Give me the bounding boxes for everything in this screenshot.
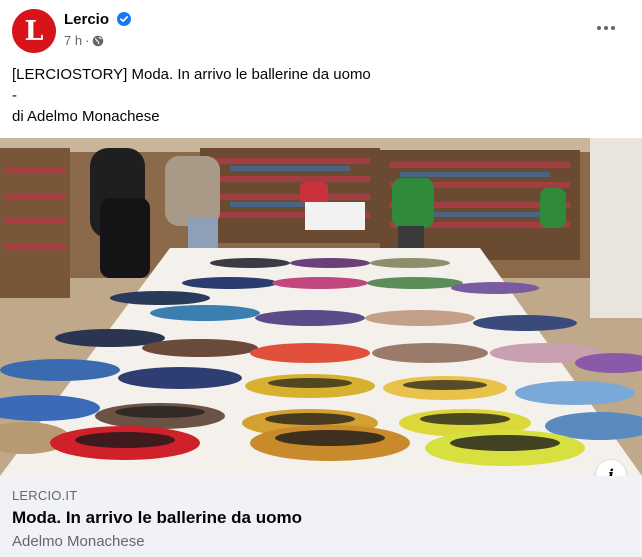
link-domain: LERCIO.IT	[12, 488, 78, 503]
page-name-link[interactable]: Lercio	[64, 11, 109, 28]
link-title: Moda. In arrivo le ballerine da uomo	[12, 508, 303, 527]
facebook-post: L Lercio 7 h · [LERCIOSTORY] Moda. In ar…	[0, 0, 642, 557]
caption-line: di Adelmo Monachese	[12, 108, 160, 125]
meta-separator: ·	[85, 33, 90, 48]
post-timestamp[interactable]: 7 h	[64, 33, 82, 48]
caption-line: [LERCIOSTORY] Moda. In arrivo le balleri…	[12, 66, 371, 83]
more-options-button[interactable]	[592, 18, 620, 38]
post-image[interactable]	[0, 138, 642, 476]
svg-text:L: L	[25, 16, 44, 47]
post-caption: [LERCIOSTORY] Moda. In arrivo le balleri…	[12, 64, 622, 127]
link-preview[interactable]: LERCIO.IT Moda. In arrivo le ballerine d…	[0, 476, 642, 557]
lercio-logo-icon: L	[12, 9, 56, 53]
caption-line: -	[12, 87, 17, 104]
shoe-store-photo	[0, 138, 642, 476]
page-avatar[interactable]: L	[12, 9, 56, 53]
more-dot	[611, 26, 615, 30]
link-description: Adelmo Monachese	[12, 533, 145, 550]
globe-icon	[93, 35, 104, 46]
post-meta: 7 h ·	[64, 33, 104, 48]
verified-badge-icon	[117, 12, 131, 26]
more-dot	[604, 26, 608, 30]
more-dot	[597, 26, 601, 30]
